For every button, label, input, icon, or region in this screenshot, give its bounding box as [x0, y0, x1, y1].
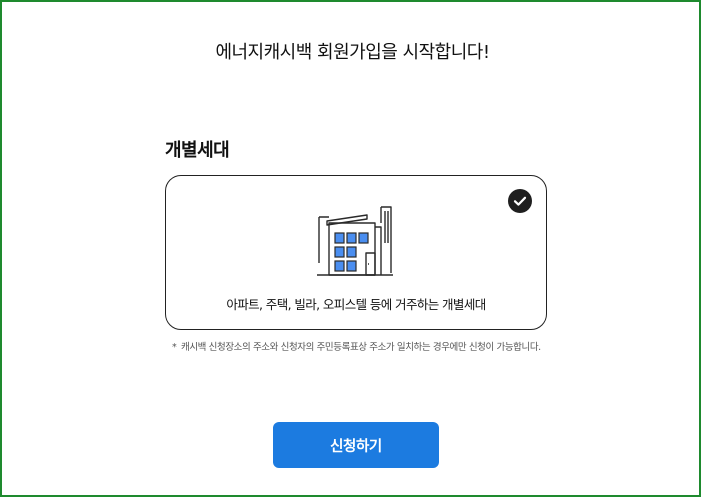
apply-button[interactable]: 신청하기 [273, 422, 439, 468]
notice-text: 캐시백 신청장소의 주소와 신청자의 주민등록표상 주소가 일치하는 경우에만 … [181, 342, 541, 353]
section-heading: 개별세대 [165, 140, 230, 161]
individual-household-option-card[interactable]: 아파트, 주택, 빌라, 오피스텔 등에 거주하는 개별세대 [165, 175, 547, 330]
check-circle-icon [508, 189, 532, 213]
page-frame: 에너지캐시백 회원가입을 시작합니다! 개별세대 아파트, 주택, 빌라, 오피… [0, 0, 701, 497]
option-label: 아파트, 주택, 빌라, 오피스텔 등에 거주하는 개별세대 [226, 297, 486, 312]
notice-bullet: * [172, 342, 177, 353]
eligibility-notice: * 캐시백 신청장소의 주소와 신청자의 주민등록표상 주소가 일치하는 경우에… [172, 339, 542, 356]
page-title: 에너지캐시백 회원가입을 시작합니다! [215, 42, 490, 63]
building-icon [317, 206, 393, 276]
